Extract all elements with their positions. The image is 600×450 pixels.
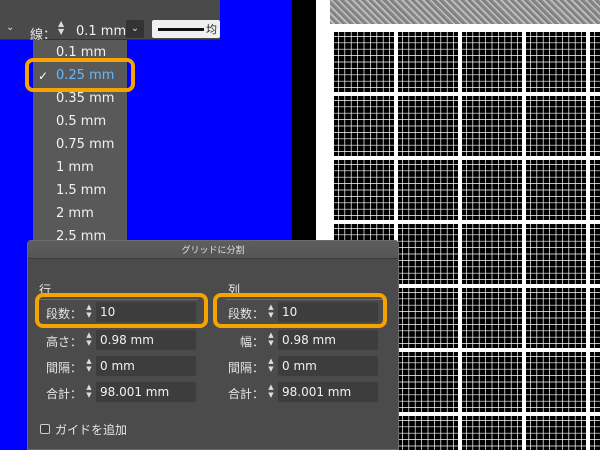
rows-total-value: 98.001 mm	[100, 385, 170, 399]
split-into-grid-dialog: グリッドに分割 行 段数： ▲ ▼ 10 高さ： ▲ ▼ 0.98 mm 間隔： ▲…	[27, 240, 399, 450]
columns-width-stepper-icon[interactable]: ▲ ▼	[266, 331, 276, 351]
rows-gutter-label: 間隔：	[46, 361, 83, 375]
stroke-style-label: 均	[206, 23, 217, 36]
columns-width-label: 幅：	[240, 335, 265, 349]
columns-gutter-value: 0 mm	[282, 359, 317, 373]
columns-total-stepper-icon[interactable]: ▲ ▼	[266, 383, 276, 403]
columns-gutter-stepper-icon[interactable]: ▲ ▼	[266, 357, 276, 377]
chevron-down-icon[interactable]: ⌄	[6, 22, 16, 34]
columns-count-highlight	[213, 293, 387, 328]
rows-gutter-stepper-icon[interactable]: ▲ ▼	[84, 357, 94, 377]
rows-height-stepper-icon[interactable]: ▲ ▼	[84, 331, 94, 351]
menu-item[interactable]: 1 mm	[33, 157, 127, 179]
stroke-dropdown-button[interactable]: ⌄	[126, 20, 144, 38]
add-guides-checkbox[interactable]	[40, 424, 50, 434]
menu-item[interactable]: 0.75 mm	[33, 134, 127, 156]
columns-gutter-label: 間隔：	[228, 361, 265, 375]
rows-height-value: 0.98 mm	[100, 333, 154, 347]
rows-total-label: 合計：	[46, 387, 83, 401]
stroke-stepper-icon[interactable]: ▲ ▼	[58, 20, 74, 40]
columns-width-value: 0.98 mm	[282, 333, 336, 347]
columns-total-label: 合計：	[228, 387, 265, 401]
stroke-line-preview	[158, 28, 204, 31]
dialog-titlebar: グリッドに分割	[28, 241, 398, 259]
rows-total-stepper-icon[interactable]: ▲ ▼	[84, 383, 94, 403]
stroke-weight-input[interactable]: 0.1 mm	[76, 24, 126, 39]
menu-item[interactable]: 0.5 mm	[33, 111, 127, 133]
rows-gutter-value: 0 mm	[100, 359, 135, 373]
columns-total-value: 98.001 mm	[282, 385, 352, 399]
rows-height-label: 高さ：	[46, 335, 83, 349]
selection-highlight	[25, 58, 135, 92]
rows-count-highlight	[35, 293, 208, 328]
menu-item[interactable]: 1.5 mm	[33, 180, 127, 202]
stroke-style-select[interactable]: 均	[152, 20, 220, 38]
dialog-title: グリッドに分割	[181, 246, 245, 256]
control-toolbar: ⌄ 線： ▲ ▼ 0.1 mm ⌄ 均	[0, 0, 220, 43]
menu-item[interactable]: 2 mm	[33, 203, 127, 225]
document-texture	[330, 0, 600, 24]
add-guides-label: ガイドを追加	[55, 423, 128, 437]
